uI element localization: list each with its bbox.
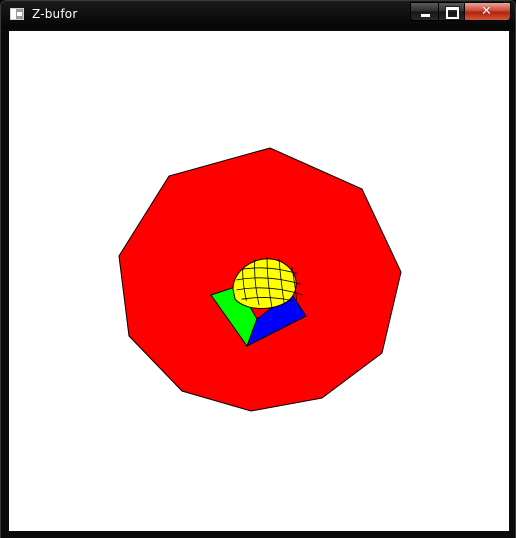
scene-svg xyxy=(118,147,402,412)
maximize-button[interactable] xyxy=(438,2,464,21)
maximize-icon xyxy=(446,7,459,19)
minimize-icon xyxy=(420,13,431,18)
close-icon: ✕ xyxy=(481,4,492,19)
render-canvas[interactable] xyxy=(9,31,509,531)
window-bottom-border[interactable] xyxy=(1,531,515,538)
window-controls: ✕ xyxy=(410,2,511,21)
app-window: Z-bufor ✕ xyxy=(0,0,516,538)
title-bar[interactable]: Z-bufor ✕ xyxy=(1,1,515,29)
app-window-icon[interactable] xyxy=(10,8,24,20)
window-title: Z-bufor xyxy=(32,7,78,21)
minimize-button[interactable] xyxy=(410,2,438,21)
close-button[interactable]: ✕ xyxy=(464,2,511,21)
